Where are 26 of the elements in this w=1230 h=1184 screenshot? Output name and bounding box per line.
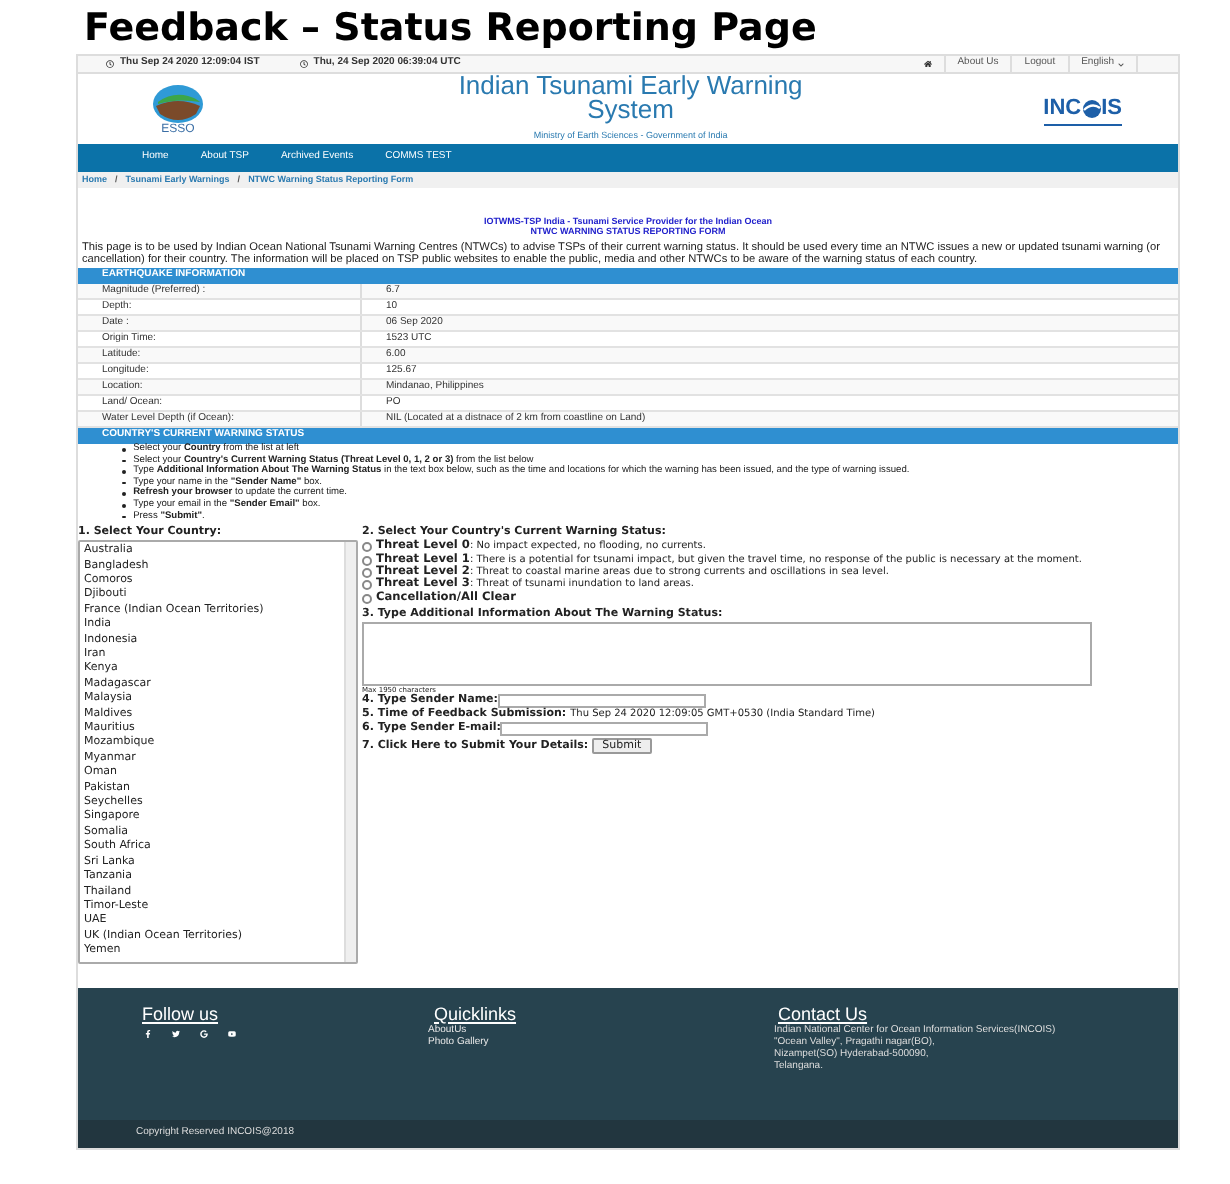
youtube-icon[interactable] — [228, 1029, 236, 1038]
footer-heading: Follow us — [142, 1003, 221, 1024]
incois-logo: INC IS — [1043, 91, 1122, 127]
home-icon[interactable] — [923, 60, 932, 68]
radio-button[interactable] — [362, 567, 372, 578]
google-icon[interactable] — [200, 1029, 208, 1038]
clock-icon — [106, 60, 114, 68]
sender-email-field[interactable] — [500, 722, 709, 737]
facebook-icon[interactable] — [144, 1029, 152, 1038]
slide-title: Feedback – Status Reporting Page — [82, 4, 819, 54]
clock-icon — [299, 60, 308, 68]
globe-logo-icon — [152, 83, 204, 123]
sender-name-field[interactable] — [497, 694, 706, 709]
radio-button[interactable] — [362, 580, 372, 591]
site-title: Indian Tsunami Early Warning System — [456, 74, 805, 123]
additional-info-field[interactable] — [362, 622, 1092, 687]
chevron-down-icon — [1118, 61, 1124, 67]
country-listbox[interactable] — [78, 540, 358, 964]
radio-button[interactable] — [362, 593, 372, 604]
scrollbar[interactable] — [344, 542, 356, 962]
wave-logo-icon — [1081, 99, 1102, 117]
radio-button[interactable] — [362, 542, 372, 553]
radio-button[interactable] — [362, 555, 372, 566]
twitter-icon[interactable] — [172, 1029, 180, 1038]
footer-heading: Quicklinks — [432, 1003, 519, 1024]
footer-heading: Contact Us — [776, 1003, 870, 1024]
